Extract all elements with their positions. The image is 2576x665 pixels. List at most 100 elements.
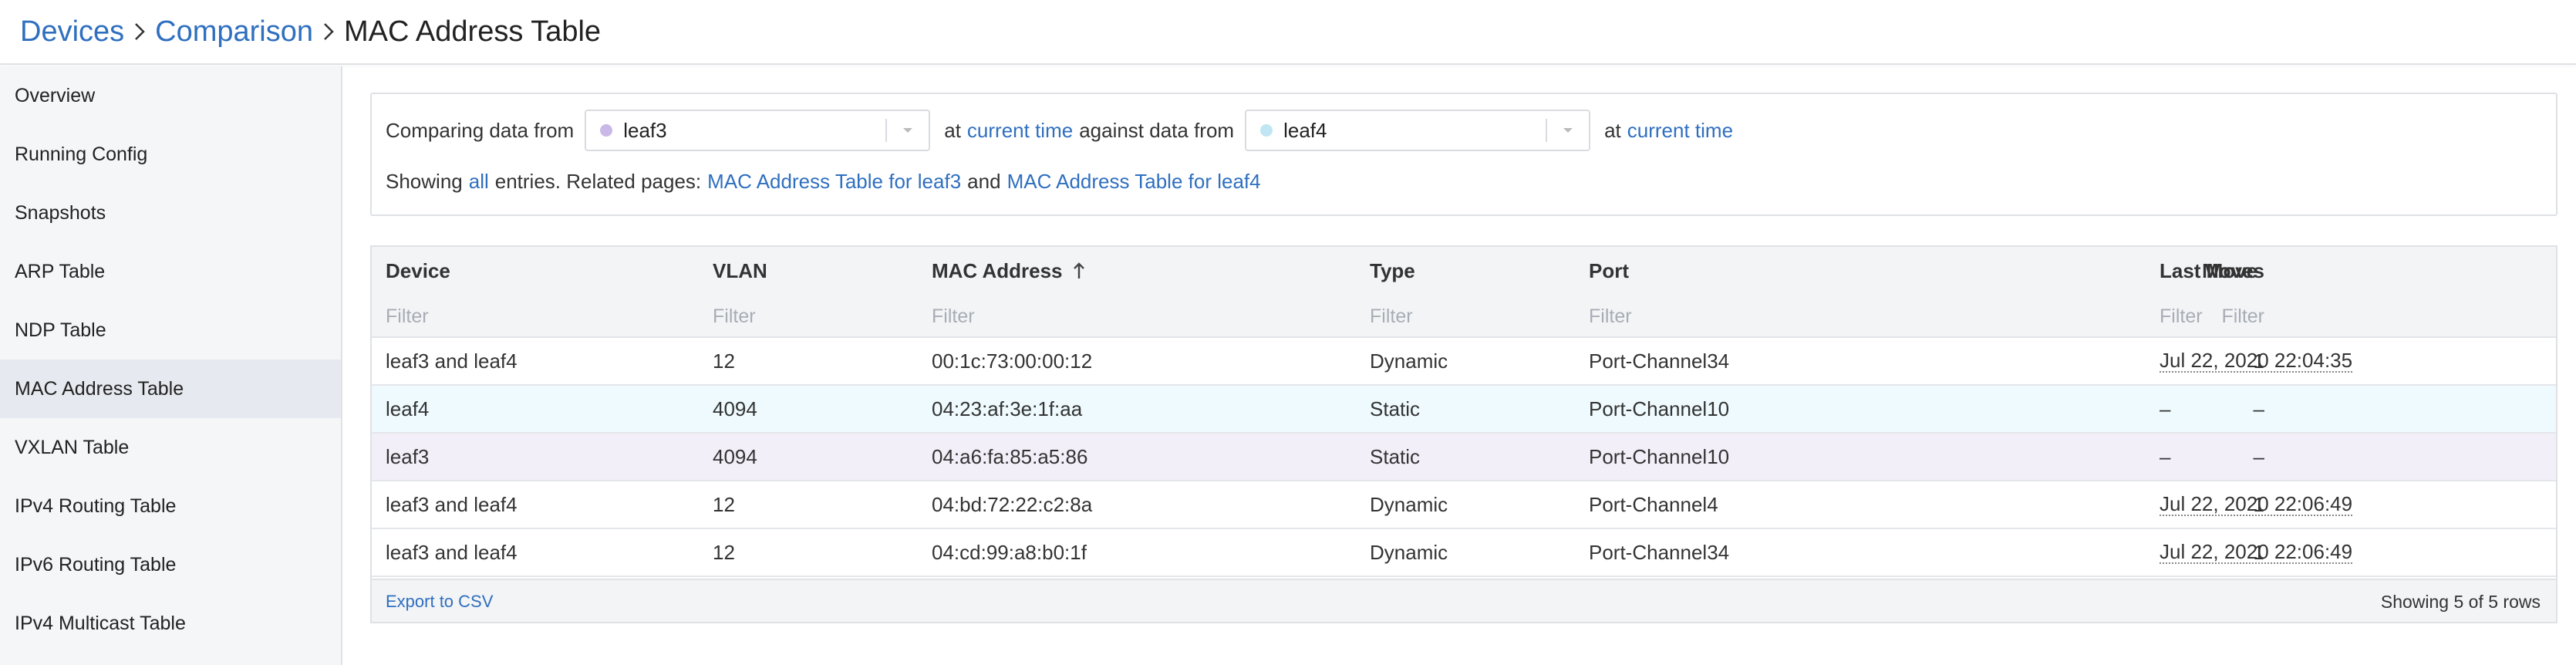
cell-port: Port-Channel10	[1589, 386, 1729, 432]
cell-last-move-value[interactable]: Jul 22, 2020 22:06:49	[2160, 493, 2353, 516]
cell-port: Port-Channel34	[1589, 338, 1729, 384]
cell-port-value: Port-Channel4	[1589, 492, 1718, 516]
cell-last-move-value: –	[2160, 444, 2171, 468]
cell-vlan: 12	[713, 338, 735, 384]
table-row: leaf4 4094 04:23:af:3e:1f:aa Static Port-Cha…	[372, 386, 2556, 434]
cell-vlan: 4094	[713, 386, 757, 432]
cell-moves-value: –	[2253, 444, 2264, 468]
cell-moves-value: –	[2253, 397, 2264, 420]
filter-input-mac[interactable]: Filter	[932, 295, 975, 338]
chevron-right-icon	[130, 16, 149, 47]
column-header-last-move[interactable]: Last Move	[2160, 247, 2257, 295]
sidebar-item-mac-address-table[interactable]: MAC Address Table	[0, 360, 341, 418]
cell-type: Static	[1370, 386, 1420, 432]
cell-port-value: Port-Channel34	[1589, 349, 1730, 373]
filter-input-type[interactable]: Filter	[1370, 295, 1413, 338]
at-label: at	[944, 118, 961, 142]
breadcrumb-devices-link[interactable]: Devices	[20, 15, 124, 49]
breadcrumb: Devices Comparison MAC Address Table	[0, 0, 2576, 65]
cell-type: Static	[1370, 434, 1420, 480]
cell-type-value: Dynamic	[1370, 540, 1448, 564]
cell-device-value: leaf3 and leaf4	[386, 492, 518, 516]
sidebar: Overview Running Config Snapshots ARP Ta…	[0, 66, 342, 665]
cell-device-value: leaf3 and leaf4	[386, 540, 518, 564]
chevron-right-icon	[319, 16, 338, 47]
cell-mac: 04:23:af:3e:1f:aa	[932, 386, 1082, 432]
cell-vlan-value: 12	[713, 492, 735, 516]
cell-device: leaf3 and leaf4	[386, 529, 518, 576]
cell-last-move: –	[2160, 386, 2170, 432]
cell-last-move-value[interactable]: Jul 22, 2020 22:06:49	[2160, 541, 2353, 564]
main-content: Comparing data from leaf3 at current tim…	[344, 66, 2576, 665]
filter-input-last-move[interactable]: Filter	[2160, 295, 2203, 338]
sidebar-item-vxlan-table[interactable]: VXLAN Table	[0, 418, 341, 477]
cell-type: Dynamic	[1370, 529, 1448, 576]
cell-device-value: leaf3	[386, 444, 430, 468]
cell-port-value: Port-Channel10	[1589, 397, 1730, 420]
column-header-type[interactable]: Type	[1370, 247, 1415, 295]
sidebar-item-ipv4-routing-table[interactable]: IPv4 Routing Table	[0, 477, 341, 535]
right-time-link[interactable]: current time	[1627, 119, 1733, 143]
cell-port: Port-Channel4	[1589, 481, 1718, 528]
sidebar-item-snapshots[interactable]: Snapshots	[0, 184, 341, 242]
chevron-down-icon[interactable]	[887, 111, 929, 150]
left-device-select[interactable]: leaf3	[585, 110, 931, 151]
breadcrumb-comparison-link[interactable]: Comparison	[155, 15, 313, 49]
filter-input-device[interactable]: Filter	[386, 295, 429, 338]
cell-mac: 00:1c:73:00:00:12	[932, 338, 1092, 384]
right-device-color-dot	[1260, 124, 1273, 137]
sidebar-item-ipv6-routing-table[interactable]: IPv6 Routing Table	[0, 535, 341, 594]
sidebar-item-arp-table[interactable]: ARP Table	[0, 242, 341, 301]
filter-input-vlan[interactable]: Filter	[713, 295, 756, 338]
sort-ascending-icon	[1072, 262, 1086, 280]
sidebar-item-running-config[interactable]: Running Config	[0, 125, 341, 184]
column-header-vlan[interactable]: VLAN	[713, 247, 767, 295]
cell-type: Dynamic	[1370, 338, 1448, 384]
sidebar-item-ndp-table[interactable]: NDP Table	[0, 301, 341, 360]
cell-mac-value: 04:a6:fa:85:a5:86	[932, 444, 1088, 468]
column-header-mac[interactable]: MAC Address	[932, 247, 1086, 295]
column-header-mac-label: MAC Address	[932, 258, 1063, 282]
cell-port-value: Port-Channel34	[1589, 540, 1730, 564]
cell-mac-value: 04:23:af:3e:1f:aa	[932, 397, 1083, 420]
cell-type-value: Static	[1370, 397, 1421, 420]
cell-mac: 04:cd:99:a8:b0:1f	[932, 529, 1087, 576]
left-time-link[interactable]: current time	[967, 119, 1073, 143]
filter-input-port[interactable]: Filter	[1589, 295, 1632, 338]
table-header: Device VLAN MAC Address Type Port Moves …	[372, 247, 2556, 295]
export-csv-link[interactable]: Export to CSV	[386, 580, 493, 623]
cell-port: Port-Channel34	[1589, 529, 1729, 576]
right-device-value: leaf4	[1283, 118, 1327, 142]
cell-last-move-value[interactable]: Jul 22, 2020 22:04:35	[2160, 349, 2353, 373]
cell-type-value: Static	[1370, 444, 1421, 468]
table-row: leaf3 and leaf4 12 04:bd:72:22:c2:8a Dynami…	[372, 481, 2556, 529]
cell-last-move-value: –	[2160, 397, 2171, 420]
right-device-select[interactable]: leaf4	[1245, 110, 1591, 151]
column-header-port[interactable]: Port	[1589, 247, 1629, 295]
and-label: and	[967, 169, 1001, 193]
sidebar-item-overview[interactable]: Overview	[0, 66, 341, 125]
cell-device: leaf3 and leaf4	[386, 481, 518, 528]
sidebar-item-ipv4-multicast-table[interactable]: IPv4 Multicast Table	[0, 594, 341, 653]
cell-vlan: 12	[713, 481, 735, 528]
related-link-leaf3[interactable]: MAC Address Table for leaf3	[707, 170, 961, 194]
chevron-down-icon[interactable]	[1547, 111, 1589, 150]
cell-last-move: Jul 22, 2020 22:06:49	[2160, 481, 2353, 528]
related-link-leaf4[interactable]: MAC Address Table for leaf4	[1007, 170, 1261, 194]
cell-mac: 04:a6:fa:85:a5:86	[932, 434, 1087, 480]
column-header-device[interactable]: Device	[386, 247, 450, 295]
against-label: against data from	[1079, 118, 1235, 142]
cell-type: Dynamic	[1370, 481, 1448, 528]
cell-vlan-value: 12	[713, 540, 735, 564]
cell-type-value: Dynamic	[1370, 349, 1448, 373]
table-row: leaf3 4094 04:a6:fa:85:a5:86 Static Port-Cha…	[372, 434, 2556, 481]
showing-label: Showing	[386, 169, 463, 193]
cell-last-move: –	[2160, 434, 2170, 480]
all-entries-link[interactable]: all	[469, 170, 489, 194]
cell-vlan: 12	[713, 529, 735, 576]
cell-mac: 04:bd:72:22:c2:8a	[932, 481, 1092, 528]
row-count: Showing 5 of 5 rows	[2380, 591, 2541, 612]
comparison-panel: Comparing data from leaf3 at current tim…	[370, 93, 2557, 216]
comparing-label: Comparing data from	[386, 118, 575, 142]
cell-device: leaf3 and leaf4	[386, 338, 518, 384]
